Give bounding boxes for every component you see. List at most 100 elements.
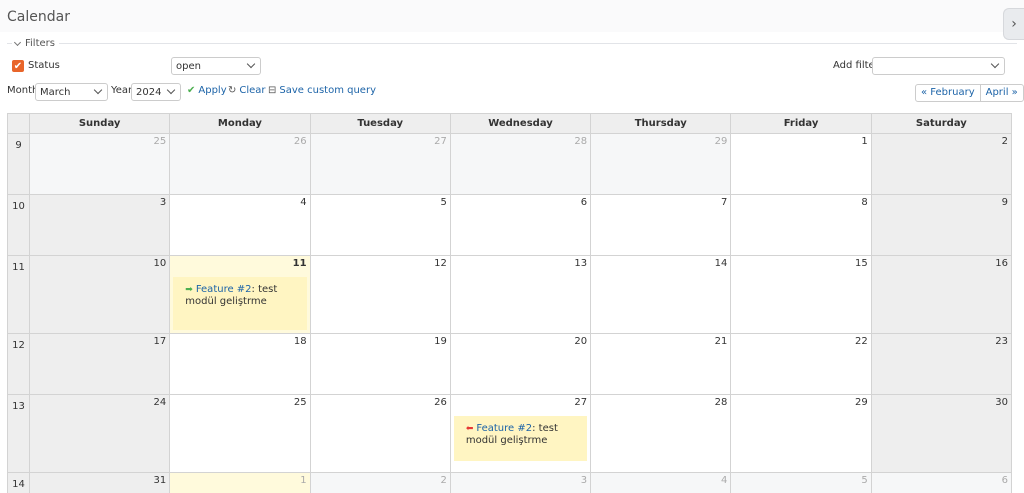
arrow-right-icon: ➡: [185, 285, 193, 295]
day-number: 3: [580, 475, 588, 486]
calendar-day: 13: [449, 255, 592, 334]
week-number: 10: [7, 194, 30, 256]
calendar-day: 26: [309, 394, 451, 473]
day-number: 2: [1001, 136, 1008, 147]
calendar-event[interactable]: ⬅ Feature #2: test modül geliştrme: [453, 416, 588, 461]
week-row: 10 3 4 5 6 7 8 9: [7, 194, 1013, 256]
week-number: 11: [7, 255, 30, 334]
filters-legend[interactable]: Filters: [12, 38, 59, 49]
calendar-day: 19: [309, 333, 451, 395]
calendar-day: 21: [590, 333, 732, 395]
clear-button[interactable]: ↻ Clear: [228, 85, 266, 96]
previous-month-link[interactable]: « February: [916, 85, 980, 101]
header-band: [0, 0, 1024, 32]
day-header-wednesday: Wednesday: [449, 113, 592, 134]
calendar-day: 30: [870, 394, 1013, 473]
calendar-event[interactable]: ➡ Feature #2: test modül geliştrme: [173, 277, 307, 330]
day-number: 25: [293, 397, 307, 408]
month-navigation: « February April »: [915, 84, 1024, 102]
day-number: 10: [153, 258, 167, 269]
calendar-day-today: 11 ➡ Feature #2: test modül geliştrme: [169, 255, 311, 334]
day-number: 4: [300, 197, 307, 208]
save-query-button[interactable]: ⊟ Save custom query: [268, 85, 376, 96]
status-checkbox[interactable]: ✔: [12, 60, 24, 72]
calendar-day: 8: [730, 194, 872, 256]
week-row: 12 17 18 19 20 21 22 23: [7, 333, 1013, 395]
day-number: 21: [714, 336, 728, 347]
add-filter-select[interactable]: [872, 57, 1005, 75]
status-operator-select[interactable]: open: [171, 57, 261, 75]
calendar-day: 31: [28, 472, 171, 493]
calendar-day: 18: [169, 333, 311, 395]
day-header-friday: Friday: [730, 113, 872, 134]
calendar-day: 4: [590, 472, 732, 493]
day-number: 28: [574, 136, 588, 147]
calendar-day: 29: [590, 133, 732, 195]
day-number: 1: [861, 136, 868, 147]
next-month-link[interactable]: April »: [979, 85, 1023, 101]
week-number: 14: [7, 472, 30, 493]
calendar-day: 1: [730, 133, 872, 195]
event-link[interactable]: Feature #2: [476, 423, 532, 434]
day-number: 23: [995, 336, 1008, 347]
day-number: 15: [854, 258, 868, 269]
year-label: Year: [111, 85, 133, 96]
day-number: 5: [440, 197, 447, 208]
day-number: 19: [434, 336, 447, 347]
day-number: 25: [153, 136, 167, 147]
calendar-day: 6: [870, 472, 1013, 493]
day-number: 9: [1001, 197, 1008, 208]
calendar-day: 16: [870, 255, 1013, 334]
calendar-day: 29: [730, 394, 872, 473]
apply-label: Apply: [198, 85, 227, 96]
week-number: 9: [7, 133, 30, 195]
year-select[interactable]: 2024: [131, 83, 181, 101]
arrow-left-icon: ⬅: [465, 424, 474, 434]
month-select[interactable]: March: [35, 83, 108, 101]
day-number: 28: [714, 397, 728, 408]
day-number: 26: [434, 397, 447, 408]
calendar-day: 2: [309, 472, 451, 493]
chevron-right-icon: ›: [1011, 16, 1017, 32]
week-number: 12: [7, 333, 30, 395]
reload-icon: ↻: [228, 85, 237, 96]
day-number: 29: [854, 397, 868, 408]
day-header-saturday: Saturday: [870, 113, 1013, 134]
chevron-down-icon: [166, 85, 176, 95]
day-number: 26: [293, 136, 307, 147]
week-number: 13: [7, 394, 30, 473]
calendar-day: 3: [449, 472, 592, 493]
calendar-day: 2: [870, 133, 1013, 195]
chevron-down-icon: [93, 85, 103, 95]
day-number: 22: [854, 336, 868, 347]
apply-button[interactable]: ✔ Apply: [187, 85, 227, 96]
calendar-day: 26: [169, 133, 311, 195]
week-row: 11 10 11 ➡ Feature #2: test modül geliştr…: [7, 255, 1013, 334]
sidebar-toggle-button[interactable]: ›: [1003, 8, 1024, 40]
day-header-tuesday: Tuesday: [309, 113, 451, 134]
calendar-day: 24: [28, 394, 171, 473]
calendar-day: 10: [28, 255, 171, 334]
day-number: 3: [159, 197, 167, 208]
calendar-day: 25: [28, 133, 171, 195]
status-operator-value: open: [176, 61, 201, 72]
calendar-day: 3: [28, 194, 171, 256]
week-row: 13 24 25 26 27 ⬅ Feature #2: test modül g…: [7, 394, 1013, 473]
calendar-day: 1: [169, 472, 311, 493]
month-label: Month: [7, 85, 39, 96]
calendar-day: 6: [449, 194, 592, 256]
calendar-day: 22: [730, 333, 872, 395]
calendar-day: 25: [169, 394, 311, 473]
chevron-down-icon: [246, 59, 256, 69]
chevron-down-icon: [13, 38, 22, 47]
calendar-day: 17: [28, 333, 171, 395]
save-query-label: Save custom query: [279, 85, 376, 96]
day-number: 6: [1001, 475, 1008, 486]
event-link[interactable]: Feature #2: [196, 284, 252, 295]
chevron-down-icon: [990, 59, 1000, 69]
day-number: 31: [153, 475, 167, 486]
calendar-day: 7: [590, 194, 732, 256]
day-number: 14: [714, 258, 728, 269]
checkmark-icon: ✔: [187, 85, 196, 96]
day-number: 16: [995, 258, 1008, 269]
